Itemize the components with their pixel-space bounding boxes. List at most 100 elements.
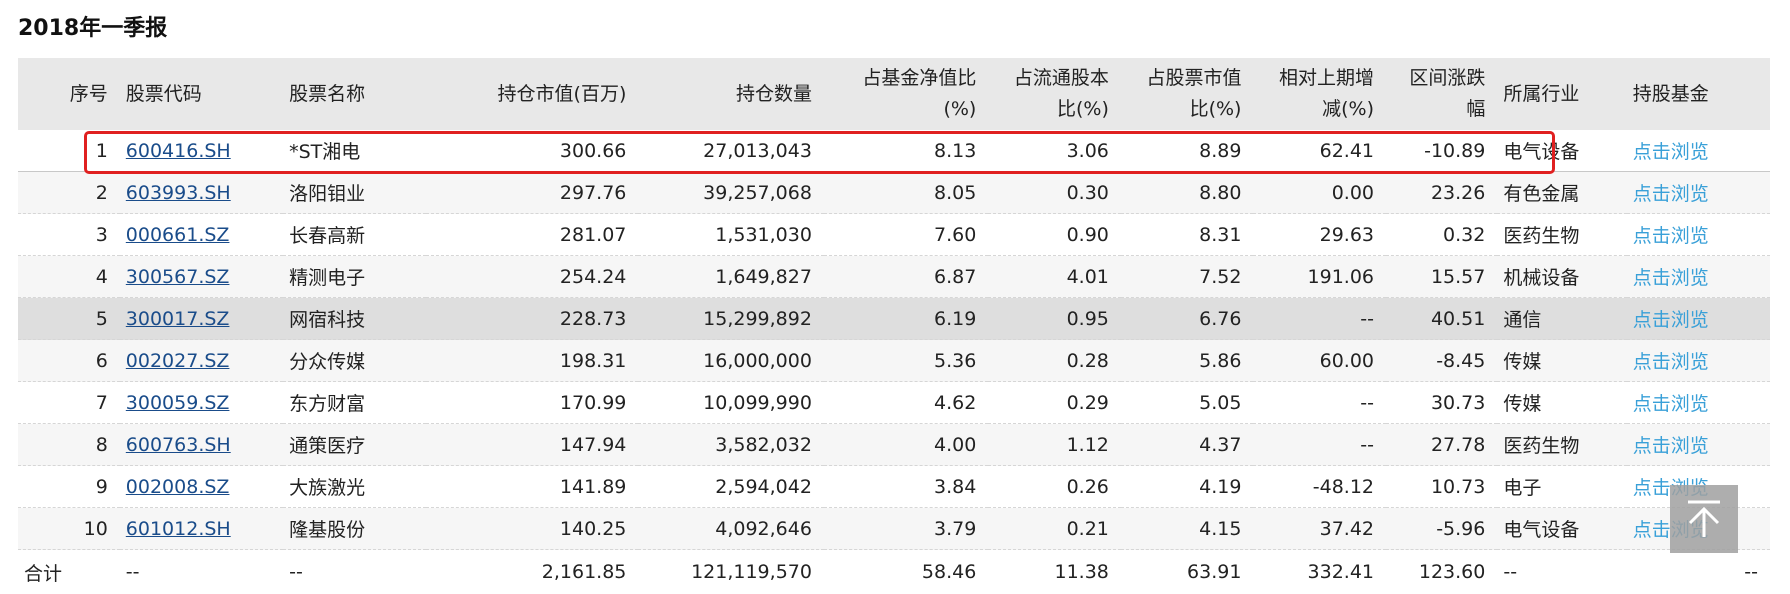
table-row: 3000661.SZ长春高新281.071,531,0307.600.908.3… (18, 214, 1770, 256)
nav-pct: 8.05 (824, 172, 988, 214)
table-row: 6002027.SZ分众传媒198.3116,000,0005.360.285.… (18, 340, 1770, 382)
holdings-table: 序号 股票代码 股票名称 持仓市值(百万) 持仓数量 占基金净值比(%) 占流通… (18, 58, 1770, 594)
change-pct: -48.12 (1253, 466, 1386, 508)
stock-code-link[interactable]: 600763.SH (126, 434, 231, 456)
stock-pct: 8.80 (1121, 172, 1254, 214)
stock-code-cell: 603993.SH (120, 172, 283, 214)
stock-code-cell: 002027.SZ (120, 340, 283, 382)
holding-qty: 39,257,068 (638, 172, 824, 214)
browse-fund-link[interactable]: 点击浏览 (1633, 351, 1709, 373)
change-pct: 62.41 (1253, 130, 1386, 172)
total-name: -- (283, 550, 426, 594)
stock-code-link[interactable]: 000661.SZ (126, 224, 230, 246)
browse-fund-link[interactable]: 点击浏览 (1633, 309, 1709, 331)
stock-code-link[interactable]: 300567.SZ (126, 266, 230, 288)
seq: 7 (18, 382, 120, 424)
change-pct: 191.06 (1253, 256, 1386, 298)
nav-pct: 4.00 (824, 424, 988, 466)
fund-cell: 点击浏览 (1627, 424, 1770, 466)
float-pct: 0.28 (988, 340, 1121, 382)
nav-pct: 4.62 (824, 382, 988, 424)
table-row: 2603993.SH洛阳钼业297.7639,257,0688.050.308.… (18, 172, 1770, 214)
fund-cell: 点击浏览 (1627, 172, 1770, 214)
holding-qty: 1,531,030 (638, 214, 824, 256)
industry: 机械设备 (1497, 256, 1626, 298)
total-industry: -- (1497, 550, 1626, 594)
market-value: 297.76 (426, 172, 638, 214)
stock-code-link[interactable]: 002027.SZ (126, 350, 230, 372)
range-change: -8.45 (1386, 340, 1497, 382)
float-pct: 0.30 (988, 172, 1121, 214)
stock-name: 长春高新 (283, 214, 426, 256)
browse-fund-link[interactable]: 点击浏览 (1633, 435, 1709, 457)
stock-code-link[interactable]: 601012.SH (126, 518, 231, 540)
industry: 有色金属 (1497, 172, 1626, 214)
stock-code-cell: 601012.SH (120, 508, 283, 550)
holding-qty: 16,000,000 (638, 340, 824, 382)
browse-fund-link[interactable]: 点击浏览 (1633, 183, 1709, 205)
range-change: 0.32 (1386, 214, 1497, 256)
stock-name: 精测电子 (283, 256, 426, 298)
holding-qty: 2,594,042 (638, 466, 824, 508)
market-value: 141.89 (426, 466, 638, 508)
industry: 电气设备 (1497, 130, 1626, 172)
total-range: 123.60 (1386, 550, 1497, 594)
stock-code-link[interactable]: 002008.SZ (126, 476, 230, 498)
header-change: 相对上期增减(%) (1253, 58, 1386, 130)
range-change: 23.26 (1386, 172, 1497, 214)
market-value: 147.94 (426, 424, 638, 466)
float-pct: 4.01 (988, 256, 1121, 298)
fund-cell: 点击浏览 (1627, 382, 1770, 424)
total-stock-pct: 63.91 (1121, 550, 1254, 594)
header-fund: 持股基金 (1627, 58, 1770, 130)
back-to-top-button[interactable] (1670, 485, 1738, 553)
nav-pct: 8.13 (824, 130, 988, 172)
stock-code-cell: 300567.SZ (120, 256, 283, 298)
stock-code-cell: 300059.SZ (120, 382, 283, 424)
holding-qty: 15,299,892 (638, 298, 824, 340)
stock-pct: 5.86 (1121, 340, 1254, 382)
stock-code-link[interactable]: 300059.SZ (126, 392, 230, 414)
browse-fund-link[interactable]: 点击浏览 (1633, 225, 1709, 247)
page-title: 2018年一季报 (18, 10, 167, 42)
industry: 电子 (1497, 466, 1626, 508)
stock-code-link[interactable]: 603993.SH (126, 182, 231, 204)
industry: 传媒 (1497, 382, 1626, 424)
seq: 1 (18, 130, 120, 172)
browse-fund-link[interactable]: 点击浏览 (1633, 393, 1709, 415)
change-pct: 60.00 (1253, 340, 1386, 382)
stock-name: 隆基股份 (283, 508, 426, 550)
stock-pct: 6.76 (1121, 298, 1254, 340)
total-qty: 121,119,570 (638, 550, 824, 594)
industry: 医药生物 (1497, 424, 1626, 466)
stock-name: 网宿科技 (283, 298, 426, 340)
header-nav-pct: 占基金净值比(%) (824, 58, 988, 130)
change-pct: -- (1253, 298, 1386, 340)
fund-cell: 点击浏览 (1627, 214, 1770, 256)
market-value: 254.24 (426, 256, 638, 298)
stock-code-link[interactable]: 300017.SZ (126, 308, 230, 330)
seq: 3 (18, 214, 120, 256)
browse-fund-link[interactable]: 点击浏览 (1633, 141, 1709, 163)
holding-qty: 10,099,990 (638, 382, 824, 424)
seq: 5 (18, 298, 120, 340)
change-pct: 37.42 (1253, 508, 1386, 550)
industry: 电气设备 (1497, 508, 1626, 550)
table-row: 8600763.SH通策医疗147.943,582,0324.001.124.3… (18, 424, 1770, 466)
header-value: 持仓市值(百万) (426, 58, 638, 130)
change-pct: -- (1253, 382, 1386, 424)
seq: 10 (18, 508, 120, 550)
nav-pct: 3.79 (824, 508, 988, 550)
table-row: 5300017.SZ网宿科技228.7315,299,8926.190.956.… (18, 298, 1770, 340)
arrow-up-icon (1670, 485, 1738, 553)
stock-code-cell: 002008.SZ (120, 466, 283, 508)
fund-cell: 点击浏览 (1627, 256, 1770, 298)
market-value: 140.25 (426, 508, 638, 550)
total-code: -- (120, 550, 283, 594)
fund-cell: 点击浏览 (1627, 298, 1770, 340)
market-value: 198.31 (426, 340, 638, 382)
float-pct: 1.12 (988, 424, 1121, 466)
stock-code-link[interactable]: 600416.SH (126, 140, 231, 162)
browse-fund-link[interactable]: 点击浏览 (1633, 267, 1709, 289)
nav-pct: 5.36 (824, 340, 988, 382)
